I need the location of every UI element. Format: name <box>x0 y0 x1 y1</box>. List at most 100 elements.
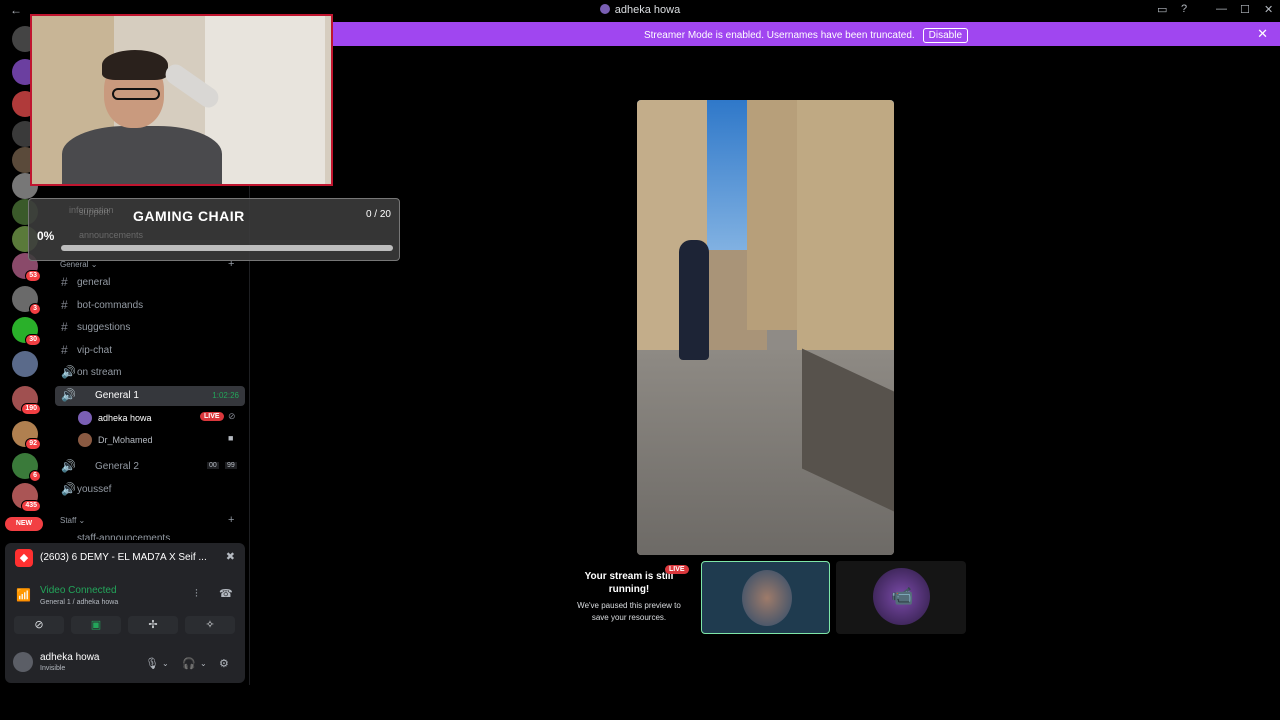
mention-badge: 3 <box>29 303 41 315</box>
camera-toggle-button[interactable]: ⊘ <box>14 616 64 634</box>
voice-timer: 1:02:26 <box>212 391 239 400</box>
activity-row[interactable]: ◆ (2603) 6 DEMY - EL MAD7A X Seif ... ✖ <box>5 543 245 573</box>
activity-app-icon: ◆ <box>15 549 33 567</box>
participant-tile-other[interactable]: 📹 <box>836 561 966 634</box>
maximize-button[interactable]: ☐ <box>1240 3 1250 16</box>
mention-badge: 30 <box>25 334 41 346</box>
goal-progress-bar <box>61 245 393 251</box>
channel-suggestions[interactable]: # suggestions <box>55 318 245 338</box>
soundboard-button[interactable]: ✧ <box>185 616 235 634</box>
disable-streamer-mode-button[interactable]: Disable <box>922 28 969 43</box>
inbox-icon[interactable]: ▭ <box>1157 3 1167 16</box>
connection-status[interactable]: Video Connected <box>40 585 117 596</box>
mention-badge: 435 <box>21 500 41 512</box>
user-limit: 99 <box>225 462 237 469</box>
channel-on-stream[interactable]: 🔊 on stream <box>55 363 245 383</box>
server-icon[interactable]: 190 <box>12 386 41 415</box>
webcam-overlay <box>30 14 333 186</box>
voice-member-dr-mohamed[interactable]: Dr_Mohamed ■ <box>76 431 246 449</box>
channel-name: General 2 <box>95 461 139 472</box>
server-icon[interactable]: 3 <box>12 286 41 315</box>
gear-icon[interactable]: ⚙ <box>219 657 229 670</box>
channel-name: youssef <box>77 484 112 495</box>
member-name: adheka howa <box>98 413 152 423</box>
category-staff[interactable]: Staff ⌄ + <box>60 514 234 526</box>
stream-video[interactable] <box>637 100 894 555</box>
help-icon[interactable]: ? <box>1181 3 1187 15</box>
hash-icon: # <box>61 298 68 312</box>
scene-tower <box>747 100 799 330</box>
participant-tile-self[interactable] <box>701 561 830 634</box>
chevron-down-icon[interactable]: ⌄ <box>162 659 169 668</box>
category-staff-label: Staff <box>60 516 77 525</box>
microphone-icon[interactable]: 🎙 <box>145 657 159 670</box>
mention-badge: 6 <box>29 470 41 482</box>
goal-overlay: information support announcements GAMING… <box>28 198 400 261</box>
cam-glasses <box>112 88 160 100</box>
banner-message: Streamer Mode is enabled. Usernames have… <box>643 30 915 41</box>
channel-staff-announcements[interactable]: staff-announcements <box>55 529 245 540</box>
close-window-button[interactable]: ✕ <box>1264 3 1273 16</box>
avatar[interactable] <box>13 652 33 672</box>
hash-icon: # <box>61 343 68 357</box>
speaker-icon: 🔊 <box>61 482 76 496</box>
screen-share-button[interactable]: ▣ <box>71 616 121 634</box>
server-icon[interactable] <box>12 351 38 377</box>
minimize-button[interactable]: — <box>1216 3 1227 15</box>
mention-badge: 190 <box>21 403 41 415</box>
window-title-text: adheka howa <box>614 4 681 16</box>
goal-count: 0 / 20 <box>365 209 391 220</box>
user-name[interactable]: adheka howa <box>40 652 100 663</box>
channel-name: bot-commands <box>77 300 144 311</box>
goal-title: GAMING CHAIR <box>133 208 245 224</box>
voice-channel-general-2[interactable]: 🔊 General 2 00 99 <box>55 457 245 477</box>
activities-button[interactable]: ✢ <box>128 616 178 634</box>
channel-youssef[interactable]: 🔊 youssef <box>55 480 245 500</box>
goal-percent: 0% <box>37 229 55 243</box>
voice-channel-general-1[interactable]: 🔊 General 1 1:02:26 <box>55 386 245 406</box>
activity-close-icon[interactable]: ✖ <box>226 550 235 563</box>
add-channel-icon[interactable]: + <box>228 514 234 526</box>
speaker-icon: 🔊 <box>61 365 76 379</box>
title-avatar <box>599 4 610 14</box>
ghost-channel: support <box>79 207 110 217</box>
member-name: Dr_Mohamed <box>98 435 153 445</box>
cam-body <box>62 126 222 184</box>
paused-subtitle: We've paused this preview to save your r… <box>577 601 681 622</box>
speaker-icon: 🔊 <box>61 388 76 402</box>
category-general[interactable]: General ⌄ + <box>60 258 234 270</box>
mention-badge: 92 <box>25 438 41 450</box>
avatar <box>742 570 792 626</box>
channel-name: on stream <box>77 367 122 378</box>
scene-person <box>679 240 709 360</box>
live-badge: LIVE <box>665 565 689 574</box>
user-count: 00 <box>207 462 219 469</box>
server-icon[interactable]: 30 <box>12 317 41 346</box>
category-general-label: General <box>60 260 89 269</box>
signal-icon[interactable]: 📶 <box>16 588 31 602</box>
channel-name: staff-announcements <box>77 533 171 540</box>
server-icon[interactable]: 435 <box>12 483 41 512</box>
disconnect-icon[interactable]: ☎ <box>219 587 233 600</box>
chevron-down-icon[interactable]: ⌄ <box>200 659 207 668</box>
voice-member-adheka-howa[interactable]: adheka howa LIVE ⊘ <box>76 409 246 427</box>
camera-icon: ■ <box>228 433 234 443</box>
deafened-icon: ⊘ <box>228 411 236 421</box>
server-icon[interactable]: 92 <box>12 421 41 450</box>
banner-content: Streamer Mode is enabled. Usernames have… <box>332 28 1280 43</box>
channel-general[interactable]: # general <box>55 273 245 293</box>
avatar <box>78 433 92 447</box>
headphones-icon[interactable]: 🎧 <box>182 657 196 670</box>
cam-door <box>205 16 325 184</box>
channel-name: suggestions <box>77 322 131 333</box>
channel-vip-chat[interactable]: # vip-chat <box>55 341 245 361</box>
streamer-mode-banner: Streamer Mode is enabled. Usernames have… <box>332 22 1280 46</box>
speaker-icon: 🔊 <box>61 459 76 473</box>
cam-hair <box>102 50 168 80</box>
connection-sub: General 1 / adheka howa <box>40 599 119 606</box>
video-camera-icon: 📹 <box>891 586 914 606</box>
channel-bot-commands[interactable]: # bot-commands <box>55 296 245 316</box>
noise-suppression-icon[interactable]: ⫶ <box>195 588 198 601</box>
close-banner-icon[interactable]: ✕ <box>1257 26 1268 42</box>
server-icon[interactable]: 6 <box>12 453 41 482</box>
